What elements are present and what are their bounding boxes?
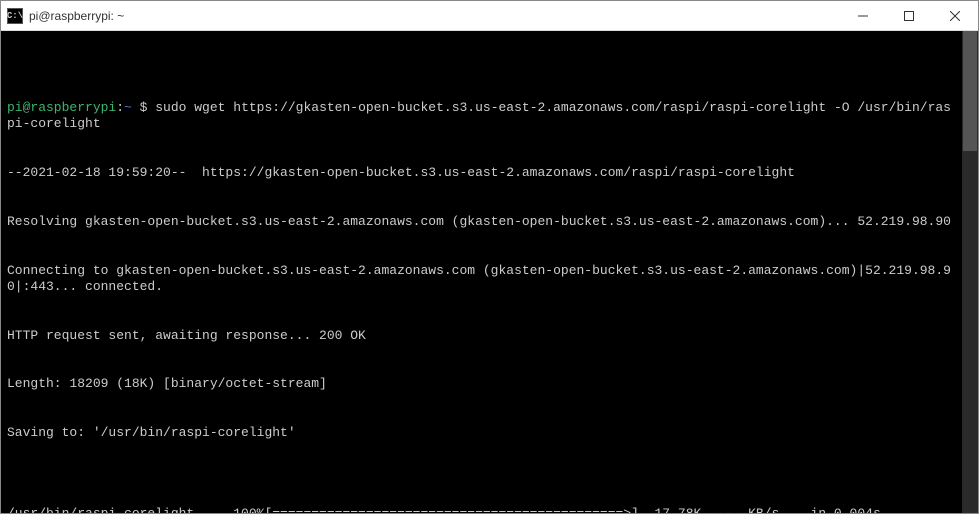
terminal-line: pi@raspberrypi:~ $ sudo wget https://gka…: [7, 100, 956, 133]
minimize-icon: [858, 11, 868, 21]
terminal-content: pi@raspberrypi:~ $ sudo wget https://gka…: [7, 68, 974, 514]
titlebar[interactable]: C:\ pi@raspberrypi: ~: [1, 1, 978, 31]
terminal-body[interactable]: pi@raspberrypi:~ $ sudo wget https://gka…: [1, 31, 978, 513]
terminal-line: Saving to: '/usr/bin/raspi-corelight': [7, 425, 956, 441]
prompt-dollar: $: [132, 100, 155, 115]
prompt-path: ~: [124, 100, 132, 115]
terminal-line: Resolving gkasten-open-bucket.s3.us-east…: [7, 214, 956, 230]
scroll-thumb[interactable]: [963, 31, 977, 151]
minimize-button[interactable]: [840, 1, 886, 30]
prompt-colon: :: [116, 100, 124, 115]
window-title: pi@raspberrypi: ~: [29, 9, 840, 23]
close-button[interactable]: [932, 1, 978, 30]
terminal-line: /usr/bin/raspi-corelight 100%[==========…: [7, 506, 956, 513]
terminal-line: Connecting to gkasten-open-bucket.s3.us-…: [7, 263, 956, 296]
scrollbar[interactable]: [962, 31, 978, 513]
maximize-button[interactable]: [886, 1, 932, 30]
maximize-icon: [904, 11, 914, 21]
terminal-line: Length: 18209 (18K) [binary/octet-stream…: [7, 376, 956, 392]
close-icon: [950, 11, 960, 21]
prompt-user: pi@raspberrypi: [7, 100, 116, 115]
window-controls: [840, 1, 978, 30]
terminal-line: HTTP request sent, awaiting response... …: [7, 328, 956, 344]
app-icon: C:\: [7, 8, 23, 24]
terminal-window: C:\ pi@raspberrypi: ~ pi@raspberrypi:~ $…: [0, 0, 979, 514]
terminal-line: --2021-02-18 19:59:20-- https://gkasten-…: [7, 165, 956, 181]
